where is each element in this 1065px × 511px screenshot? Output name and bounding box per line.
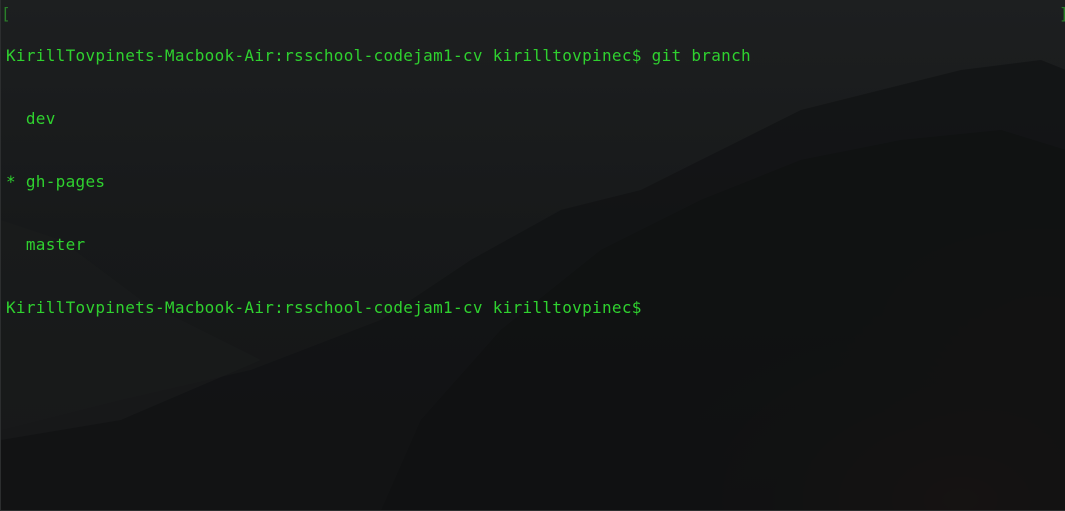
branch-item-dev: dev xyxy=(6,108,751,129)
branch-name: gh-pages xyxy=(25,172,106,191)
branch-marker xyxy=(6,109,16,128)
branch-name: dev xyxy=(25,109,56,128)
line-bracket-right: ] xyxy=(1059,3,1065,24)
branch-name: master xyxy=(25,235,86,254)
branch-marker: * xyxy=(6,172,16,191)
prompt: KirillTovpinets-Macbook-Air:rsschool-cod… xyxy=(6,46,642,65)
terminal-output[interactable]: KirillTovpinets-Macbook-Air:rsschool-cod… xyxy=(6,3,751,360)
branch-item-gh-pages: * gh-pages xyxy=(6,171,751,192)
branch-marker xyxy=(6,235,16,254)
command-text: git branch xyxy=(651,46,751,65)
prompt-line[interactable]: KirillTovpinets-Macbook-Air:rsschool-cod… xyxy=(6,297,751,318)
terminal-window[interactable]: [ ] KirillTovpinets-Macbook-Air:rsschool… xyxy=(0,0,1065,511)
command-line: KirillTovpinets-Macbook-Air:rsschool-cod… xyxy=(6,45,751,66)
branch-item-master: master xyxy=(6,234,751,255)
prompt: KirillTovpinets-Macbook-Air:rsschool-cod… xyxy=(6,298,642,317)
